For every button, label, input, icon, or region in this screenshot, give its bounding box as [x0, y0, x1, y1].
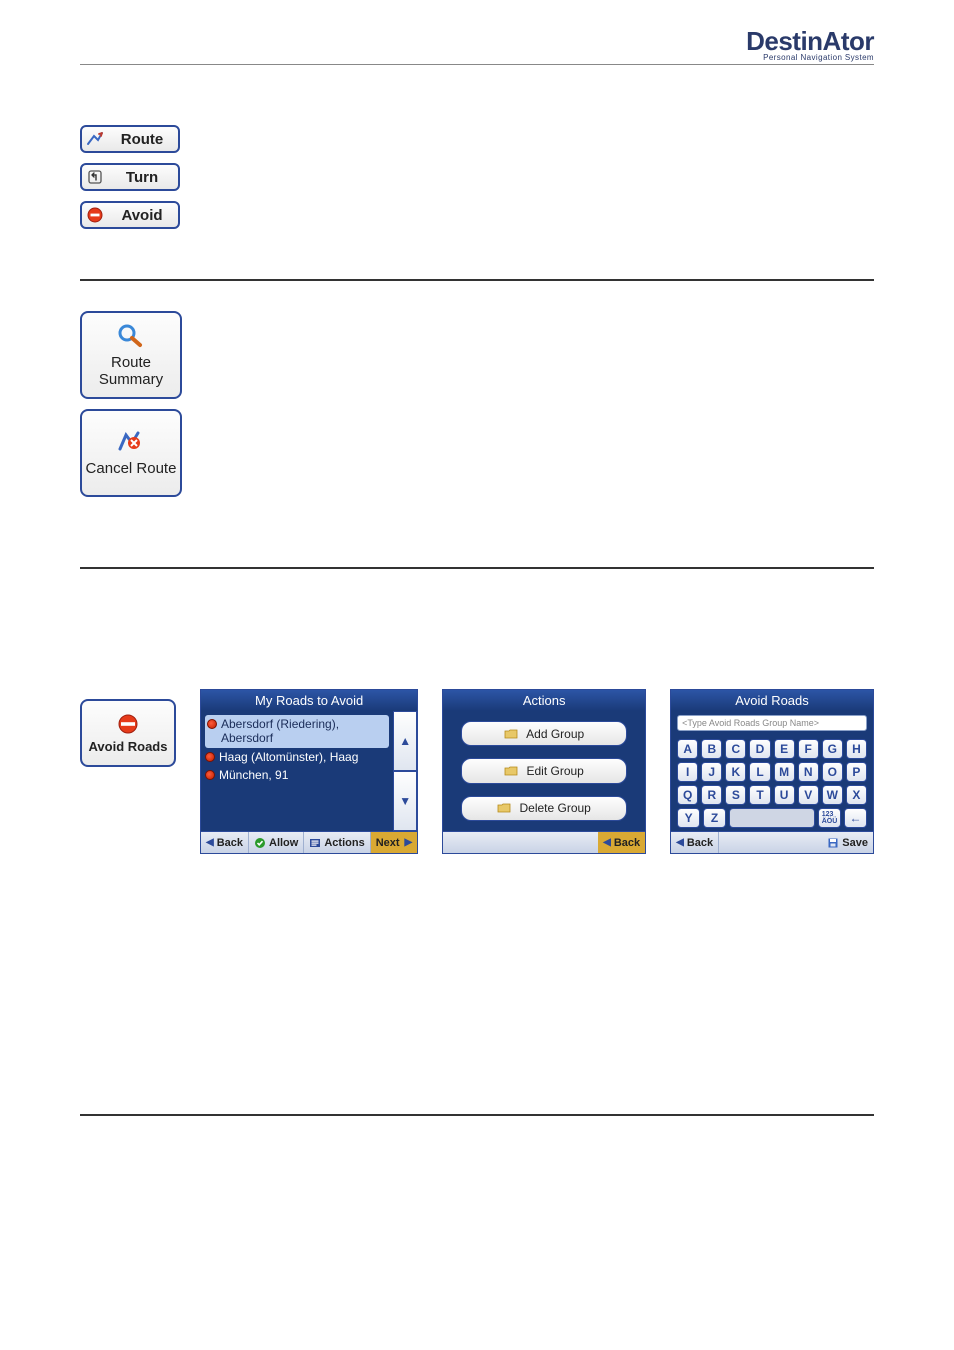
turn-button[interactable]: Turn — [80, 163, 180, 191]
allow-label: Allow — [269, 837, 298, 849]
key-blank — [729, 808, 815, 828]
key-r[interactable]: R — [701, 785, 722, 805]
back-button[interactable]: Back — [598, 832, 645, 853]
key-p[interactable]: P — [846, 762, 867, 782]
actions-icon — [309, 837, 321, 849]
key-backspace[interactable]: ← — [844, 808, 867, 828]
avoid-marker-icon — [207, 719, 217, 729]
key-a[interactable]: A — [677, 739, 698, 759]
route-summary-button[interactable]: Route Summary — [80, 311, 182, 399]
scroll-up-button[interactable]: ▲ — [393, 711, 417, 771]
route-summary-label: Route Summary — [99, 354, 163, 389]
next-button[interactable]: Next — [371, 832, 418, 853]
my-roads-title: My Roads to Avoid — [201, 690, 417, 711]
list-item-label: München, 91 — [219, 768, 288, 782]
avoid-roads-button[interactable]: Avoid Roads — [80, 699, 176, 767]
key-t[interactable]: T — [749, 785, 770, 805]
list-item[interactable]: Abersdorf (Riedering), Abersdorf — [205, 715, 389, 748]
allow-button[interactable]: Allow — [249, 832, 304, 853]
cancel-route-label: Cancel Route — [86, 460, 177, 477]
key-b[interactable]: B — [701, 739, 722, 759]
avoid-marker-icon — [205, 770, 215, 780]
key-w[interactable]: W — [822, 785, 843, 805]
list-item[interactable]: Haag (Altomünster), Haag — [205, 748, 389, 766]
actions-button[interactable]: Actions — [304, 832, 370, 853]
magnifier-icon — [114, 322, 148, 350]
no-entry-icon — [111, 712, 145, 736]
save-icon — [827, 837, 839, 849]
list-item-label: Haag (Altomünster), Haag — [219, 750, 358, 764]
key-c[interactable]: C — [725, 739, 746, 759]
avoid-button[interactable]: Avoid — [80, 201, 180, 229]
scroll-down-button[interactable]: ▼ — [393, 771, 417, 831]
back-button[interactable]: Back — [671, 832, 719, 853]
actions-label: Actions — [324, 837, 364, 849]
delete-group-label: Delete Group — [519, 801, 590, 815]
key-g[interactable]: G — [822, 739, 843, 759]
save-label: Save — [842, 837, 868, 849]
key-x[interactable]: X — [846, 785, 867, 805]
save-button[interactable]: Save — [822, 832, 873, 853]
cancel-route-icon — [114, 428, 148, 456]
key-z[interactable]: Z — [703, 808, 726, 828]
actions-panel: Actions Add Group Edit Group Delete Grou… — [442, 689, 646, 854]
add-group-button[interactable]: Add Group — [461, 721, 627, 746]
footer-divider — [80, 1114, 874, 1116]
folder-edit-icon — [504, 764, 518, 778]
keyboard-panel: Avoid Roads <Type Avoid Roads Group Name… — [670, 689, 874, 854]
cancel-route-button[interactable]: Cancel Route — [80, 409, 182, 497]
actions-title: Actions — [443, 690, 645, 711]
avoid-roads-label: Avoid Roads — [89, 740, 168, 755]
check-icon — [254, 837, 266, 849]
my-roads-panel: My Roads to Avoid Abersdorf (Riedering),… — [200, 689, 418, 854]
key-h[interactable]: H — [846, 739, 867, 759]
route-label: Route — [110, 131, 174, 148]
key-j[interactable]: J — [701, 762, 722, 782]
key-e[interactable]: E — [774, 739, 795, 759]
avoid-icon — [86, 206, 104, 224]
list-item[interactable]: München, 91 — [205, 766, 389, 784]
next-label: Next — [376, 837, 400, 849]
key-l[interactable]: L — [749, 762, 770, 782]
key-i[interactable]: I — [677, 762, 698, 782]
folder-add-icon — [504, 727, 518, 741]
back-label: Back — [687, 837, 713, 849]
back-label: Back — [614, 837, 640, 849]
turn-icon — [86, 168, 104, 186]
brand-name: DestinAtor — [746, 28, 874, 54]
key-q[interactable]: Q — [677, 785, 698, 805]
brand-tagline: Personal Navigation System — [746, 54, 874, 62]
key-o[interactable]: O — [822, 762, 843, 782]
onscreen-keyboard: A B C D E F G H I J K L M — [677, 739, 867, 828]
key-mode[interactable]: 123 ÄÖÜ — [818, 808, 841, 828]
group-name-input[interactable]: <Type Avoid Roads Group Name> — [677, 715, 867, 731]
key-n[interactable]: N — [798, 762, 819, 782]
key-m[interactable]: M — [774, 762, 795, 782]
brand-logo: DestinAtor Personal Navigation System — [746, 28, 874, 62]
folder-delete-icon — [497, 801, 511, 815]
roads-list[interactable]: Abersdorf (Riedering), Abersdorf Haag (A… — [201, 711, 393, 831]
route-button[interactable]: Route — [80, 125, 180, 153]
route-icon — [86, 130, 104, 148]
key-d[interactable]: D — [749, 739, 770, 759]
turn-label: Turn — [110, 169, 174, 186]
back-button[interactable]: Back — [201, 832, 249, 853]
list-item-label: Abersdorf (Riedering), Abersdorf — [221, 717, 387, 746]
key-s[interactable]: S — [725, 785, 746, 805]
keyboard-title: Avoid Roads — [671, 690, 873, 711]
edit-group-label: Edit Group — [526, 764, 583, 778]
delete-group-button[interactable]: Delete Group — [461, 796, 627, 821]
key-k[interactable]: K — [725, 762, 746, 782]
key-f[interactable]: F — [798, 739, 819, 759]
avoid-marker-icon — [205, 752, 215, 762]
key-v[interactable]: V — [798, 785, 819, 805]
add-group-label: Add Group — [526, 727, 584, 741]
edit-group-button[interactable]: Edit Group — [461, 758, 627, 783]
key-u[interactable]: U — [774, 785, 795, 805]
key-y[interactable]: Y — [677, 808, 700, 828]
avoid-label: Avoid — [110, 207, 174, 224]
back-label: Back — [217, 837, 243, 849]
